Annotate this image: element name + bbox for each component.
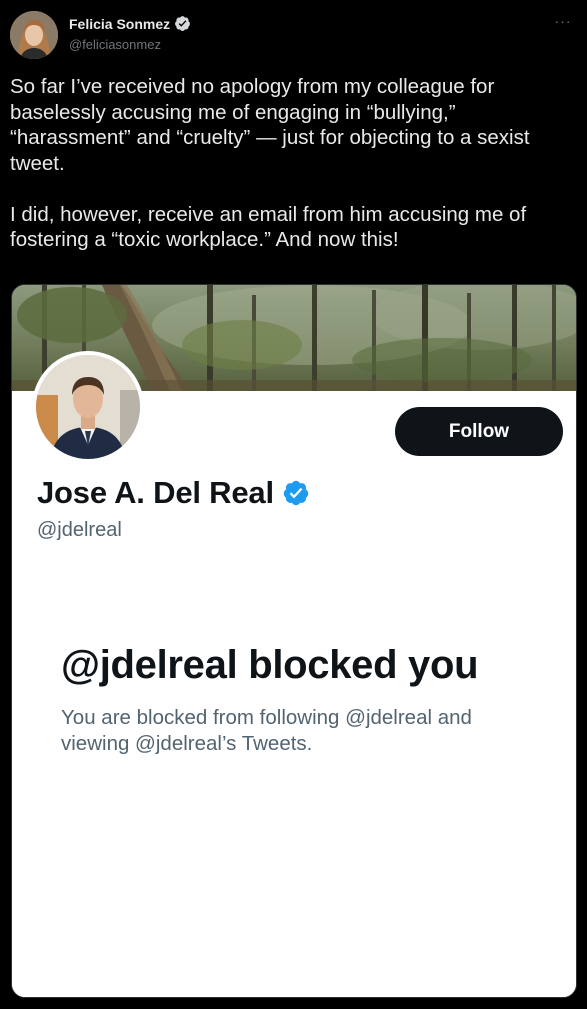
tweet-text: So far I’ve received no apology from my … [10,75,530,251]
blocked-title: @jdelreal blocked you [61,643,479,687]
tweet-header: Felicia Sonmez @feliciasonmez ··· [10,9,577,61]
author-avatar[interactable] [10,11,58,59]
profile-name: Jose A. Del Real [37,475,274,510]
author-name-row: Felicia Sonmez [69,15,191,32]
author-name[interactable]: Felicia Sonmez [69,16,170,32]
follow-button[interactable]: Follow [395,407,563,456]
blocked-description: You are blocked from following @jdelreal… [61,706,472,755]
author-avatar-image [10,11,58,59]
verified-badge-icon [282,479,310,507]
verified-badge-icon [174,15,191,32]
profile-name-row: Jose A. Del Real [37,475,310,511]
profile-handle: @jdelreal [37,519,122,541]
tweet-page: Felicia Sonmez @feliciasonmez ··· So far… [0,0,587,1009]
author-handle[interactable]: @feliciasonmez [69,37,161,52]
tweet-media-image[interactable]: Follow Jose A. Del Real @jdelreal @jdelr… [11,284,577,998]
more-options-button[interactable]: ··· [549,13,577,33]
profile-avatar-image [36,355,140,459]
profile-avatar[interactable] [32,351,144,463]
